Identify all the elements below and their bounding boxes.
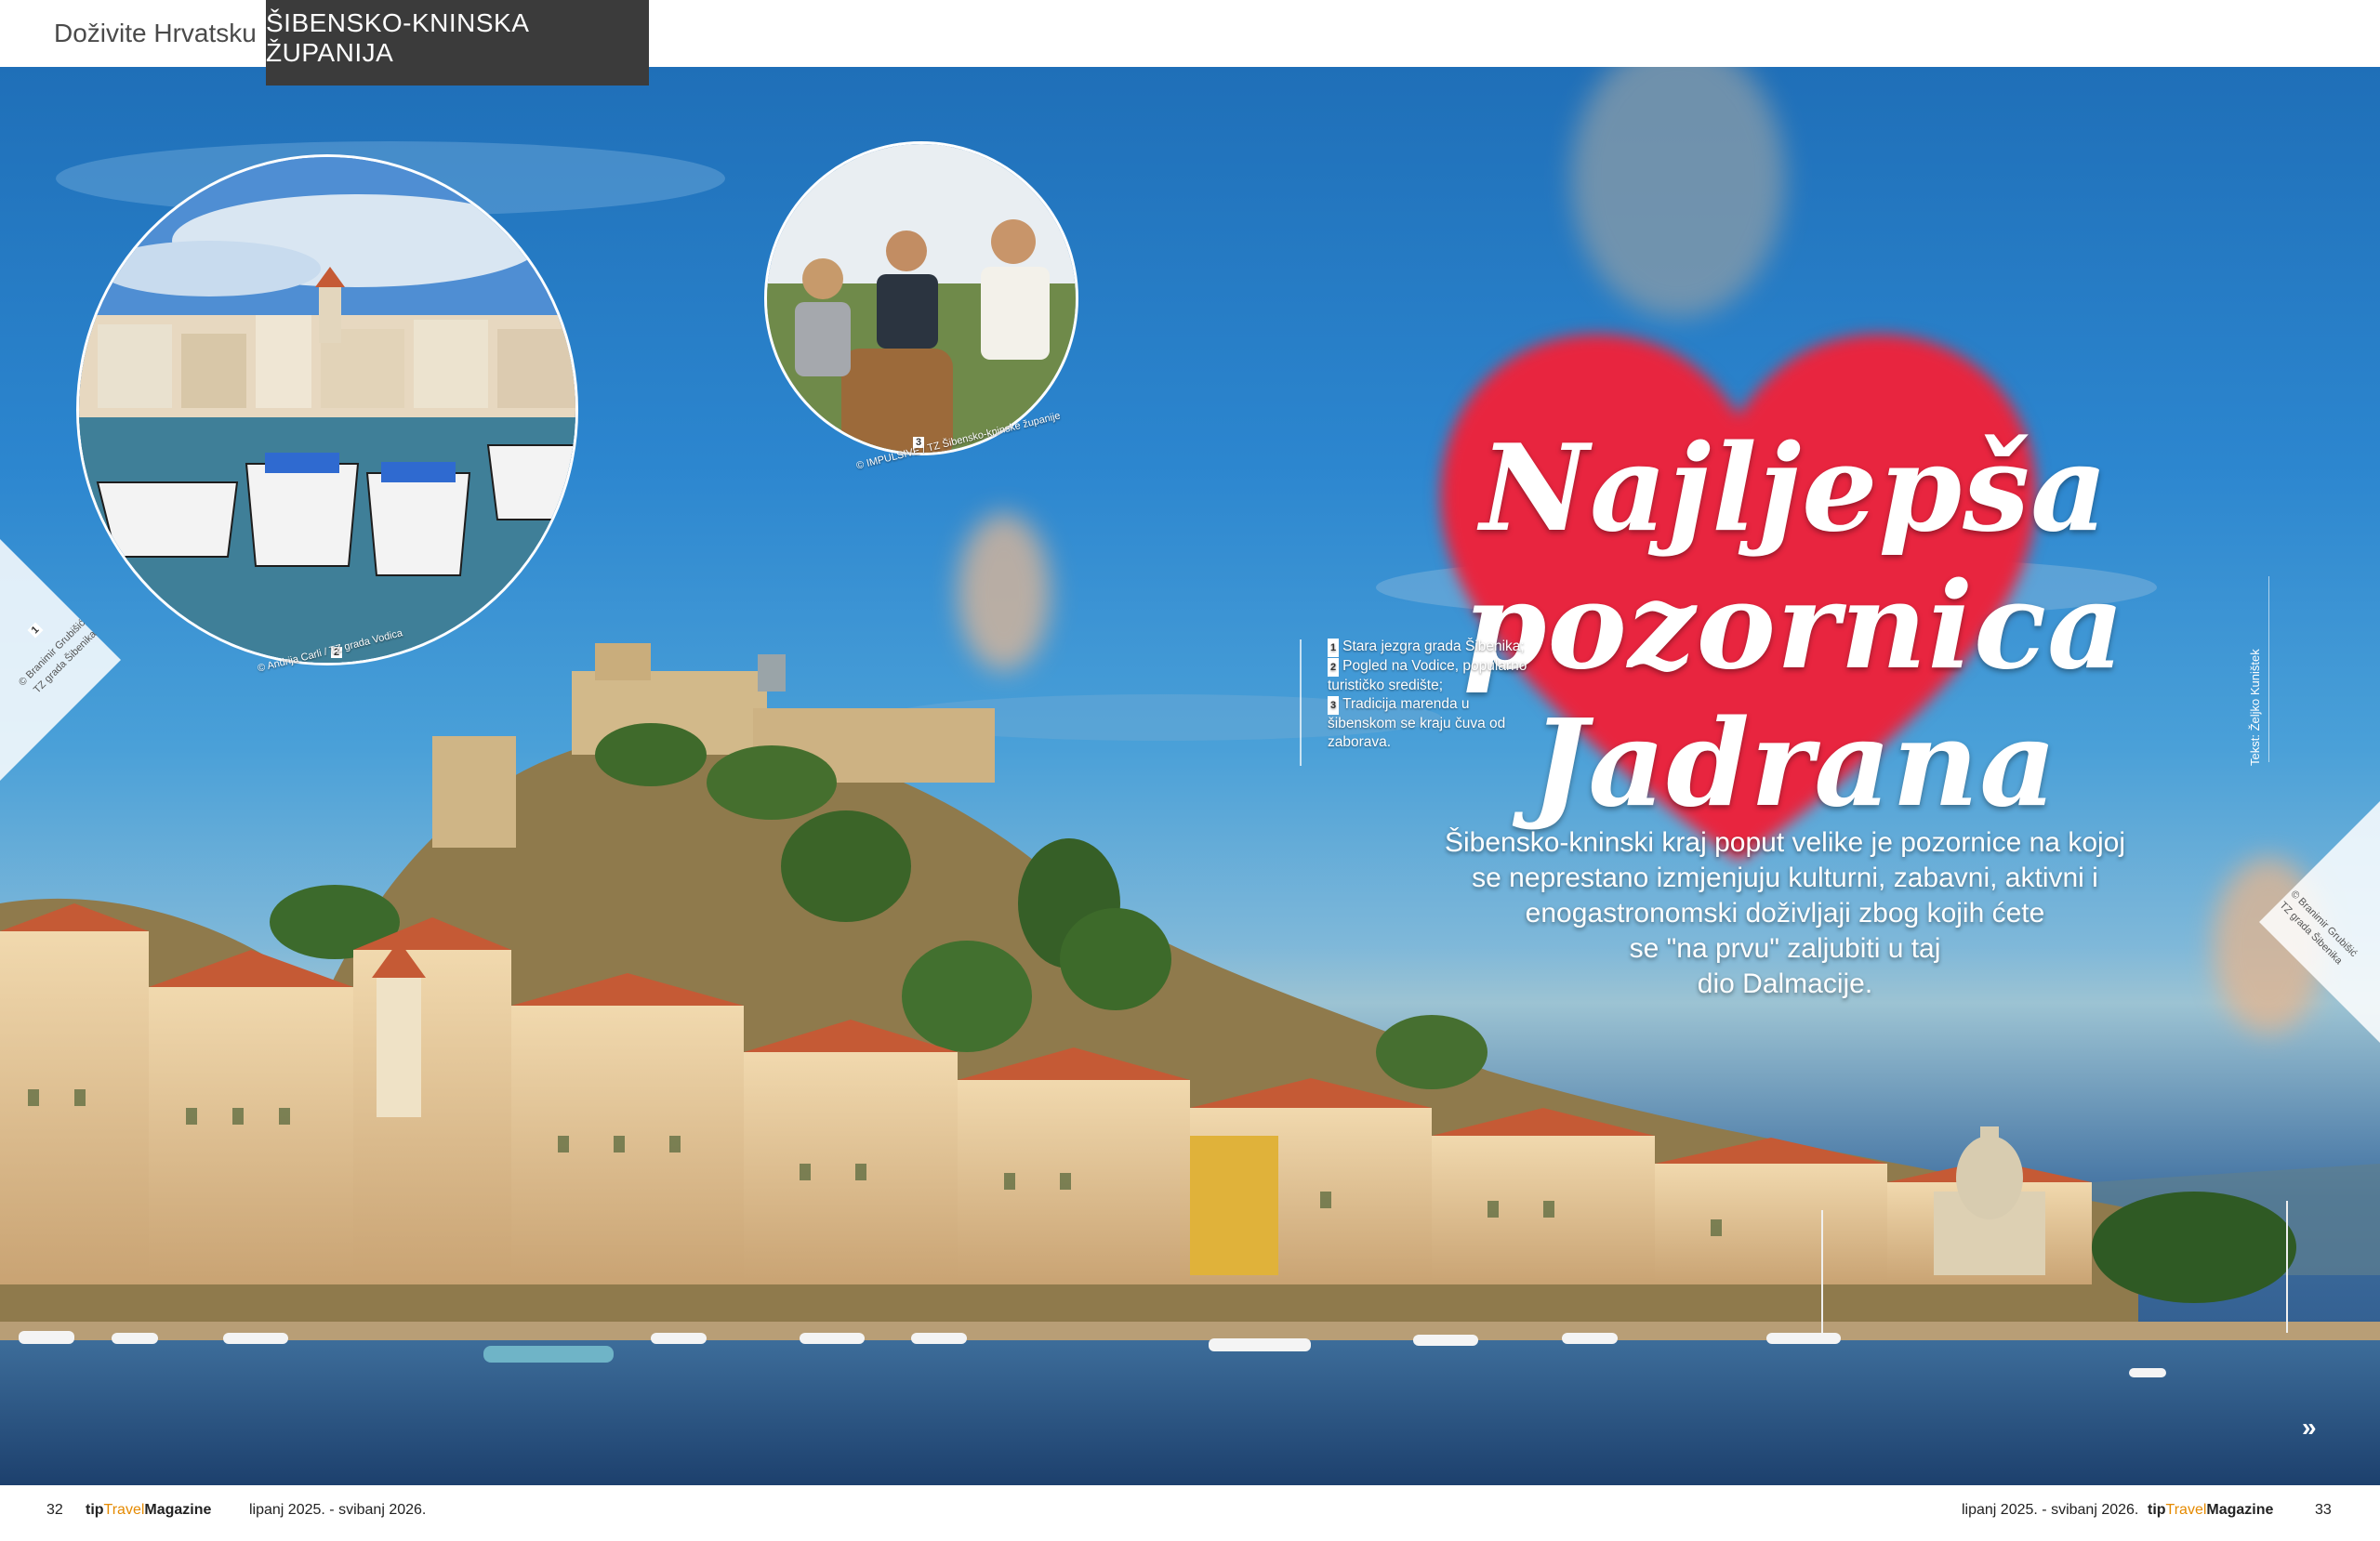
left-issue-date: lipanj 2025. - svibanj 2026. xyxy=(249,1502,427,1518)
magazine-logo-left: tipTravelMagazine xyxy=(86,1502,211,1519)
right-page-number: 33 xyxy=(2315,1502,2332,1518)
article-title: Najljepša pozornica Jadrana xyxy=(1376,420,2213,833)
blurred-lock-shape xyxy=(958,513,1051,671)
caption-divider xyxy=(1300,639,1302,766)
left-page-number: 32 xyxy=(46,1502,63,1518)
magazine-logo-right: tipTravelMagazine xyxy=(2148,1502,2273,1519)
caption-number: 2 xyxy=(1328,658,1340,677)
lead-line: Šibensko-kninski kraj poput velike je po… xyxy=(1444,827,2126,858)
logo-travel: Travel xyxy=(103,1502,145,1518)
caption-number: 3 xyxy=(1328,696,1340,715)
logo-magazine: Magazine xyxy=(2206,1502,2274,1518)
author-divider xyxy=(2268,576,2269,762)
right-issue-date: lipanj 2025. - svibanj 2026. xyxy=(1962,1502,2139,1518)
caption-text: Pogled na Vodice, popularno turističko s… xyxy=(1328,658,1527,693)
logo-magazine: Magazine xyxy=(144,1502,212,1518)
caption-1: 1 Stara jezgra grada Šibenika; xyxy=(1328,638,1532,657)
page-header: Doživite Hrvatsku ŠIBENSKO-KNINSKA ŽUPAN… xyxy=(0,0,2380,86)
logo-travel: Travel xyxy=(2165,1502,2207,1518)
lead-line: dio Dalmacije. xyxy=(1697,968,1873,999)
section-label: Doživite Hrvatsku xyxy=(54,19,257,47)
region-tab: ŠIBENSKO-KNINSKA ŽUPANIJA xyxy=(266,0,649,86)
logo-tip: tip xyxy=(86,1502,104,1518)
lead-paragraph: Šibensko-kninski kraj poput velike je po… xyxy=(1395,825,2175,1002)
lead-line: enogastronomski doživljaji zbog kojih će… xyxy=(1525,898,2045,929)
page-footer: 32 tipTravelMagazine lipanj 2025. - svib… xyxy=(0,1485,2380,1541)
logo-tip: tip xyxy=(2148,1502,2166,1518)
vodice-harbor-circle-photo xyxy=(76,154,578,665)
caption-2: 2 Pogled na Vodice, popularno turističko … xyxy=(1328,657,1532,695)
caption-text: Tradicija marenda u šibenskom se kraju č… xyxy=(1328,696,1506,750)
caption-number: 1 xyxy=(1328,639,1340,657)
caption-text: Stara jezgra grada Šibenika; xyxy=(1342,639,1525,654)
lead-line: se neprestano izmjenjuju kulturni, zabav… xyxy=(1472,863,2098,893)
marenda-circle-photo xyxy=(764,141,1078,455)
caption-3: 3 Tradicija marenda u šibenskom se kraju … xyxy=(1328,695,1532,752)
photo-captions: 1 Stara jezgra grada Šibenika; 2 Pogled na… xyxy=(1328,638,1532,752)
vodice-harbor-illustration xyxy=(79,157,575,663)
author-credit: Tekst: Željko Kuništek xyxy=(2248,649,2262,766)
marenda-illustration xyxy=(767,144,1076,453)
lead-line: se "na prvu" zaljubiti u taj xyxy=(1629,933,1941,964)
continue-arrow-icon: » xyxy=(2302,1413,2317,1442)
